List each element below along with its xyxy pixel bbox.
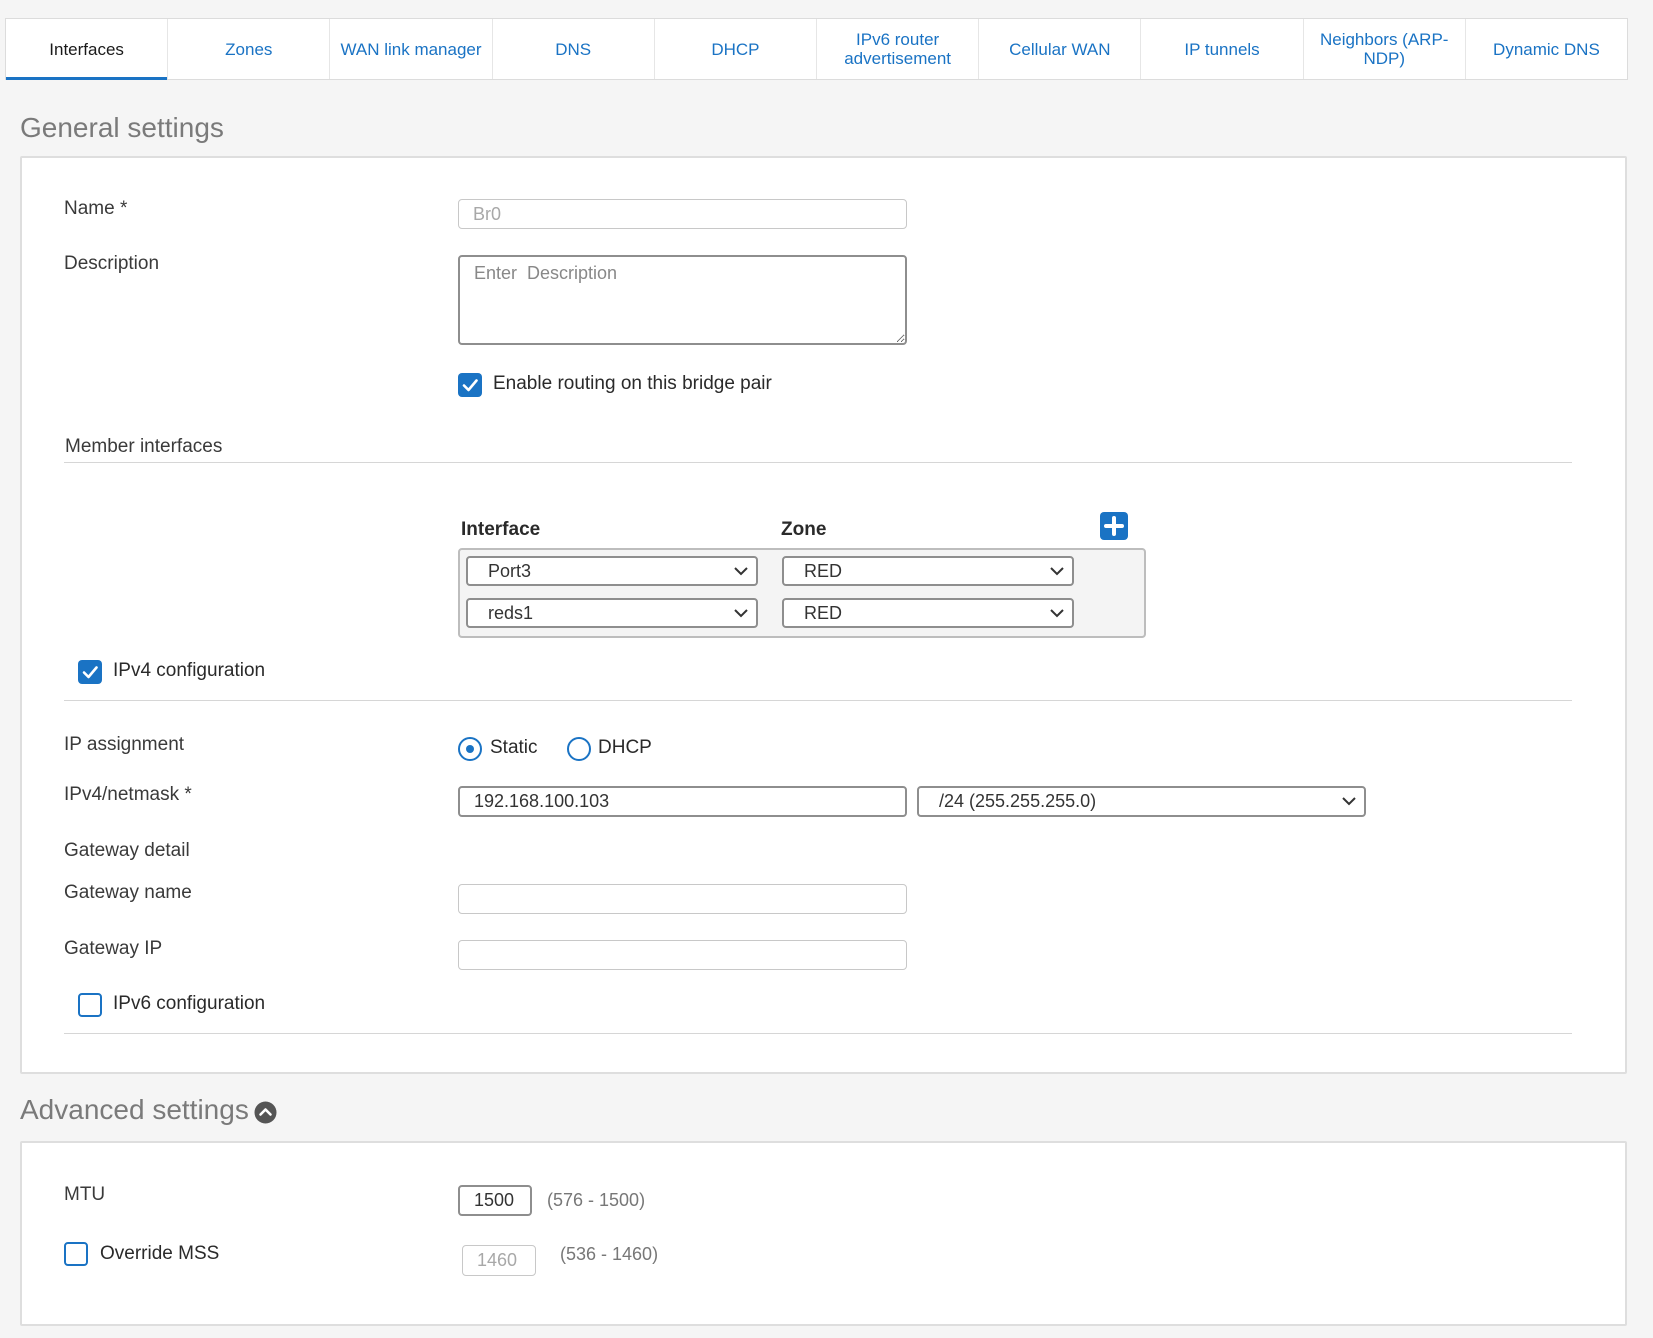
dhcp-radio-label: DHCP — [598, 737, 652, 758]
tab-zones[interactable]: Zones — [168, 19, 331, 79]
override-mss-checkbox[interactable] — [64, 1242, 88, 1266]
gateway-ip-input[interactable] — [458, 940, 907, 970]
zone-column-header: Zone — [781, 519, 827, 540]
check-icon — [82, 666, 98, 679]
gateway-ip-label: Gateway IP — [64, 938, 163, 959]
description-field[interactable] — [458, 255, 907, 345]
member-interfaces-label: Member interfaces — [65, 436, 223, 457]
advanced-settings-title: Advanced settings — [20, 1094, 249, 1125]
override-mss-label: Override MSS — [100, 1243, 220, 1264]
zone-select-row-1[interactable]: RED — [782, 556, 1074, 586]
ipv6-divider — [64, 1033, 1572, 1034]
netmask-select[interactable]: /24 (255.255.255.0) — [917, 786, 1366, 817]
tab-neighbors[interactable]: Neighbors (ARP-NDP) — [1304, 19, 1466, 79]
tab-wan-link-manager[interactable]: WAN link manager — [330, 19, 493, 79]
advanced-settings-panel — [20, 1141, 1627, 1326]
name-label: Name * — [64, 198, 128, 219]
chevron-down-icon — [734, 567, 748, 576]
chevron-up-circle-icon[interactable] — [254, 1101, 277, 1124]
static-radio-label: Static — [490, 737, 538, 758]
zone-select-value: RED — [804, 561, 843, 581]
ipv4-address-input[interactable] — [458, 786, 907, 817]
gateway-name-label: Gateway name — [64, 882, 192, 903]
ipv4-config-label: IPv4 configuration — [113, 660, 266, 681]
ip-assignment-label: IP assignment — [64, 734, 185, 755]
mtu-label: MTU — [64, 1184, 106, 1205]
enable-routing-checkbox[interactable] — [458, 373, 482, 397]
tab-bar: Interfaces Zones WAN link manager DNS DH… — [5, 18, 1628, 80]
mtu-range-hint: (576 - 1500) — [547, 1190, 646, 1210]
static-radio[interactable] — [458, 737, 482, 761]
chevron-down-icon — [1050, 567, 1064, 576]
interface-column-header: Interface — [461, 519, 541, 540]
interface-select-row-1[interactable]: Port3 — [466, 556, 758, 586]
ipv6-config-label: IPv6 configuration — [113, 993, 266, 1014]
name-input[interactable] — [458, 199, 907, 229]
chevron-down-icon — [1050, 609, 1064, 618]
member-interfaces-divider — [64, 462, 1572, 463]
tab-interfaces[interactable]: Interfaces — [6, 19, 169, 80]
check-icon — [462, 379, 478, 392]
plus-icon[interactable] — [1100, 512, 1128, 540]
mtu-input[interactable] — [458, 1185, 532, 1216]
ipv6-config-checkbox[interactable] — [78, 993, 102, 1017]
tab-ipv6-router-advertisement[interactable]: IPv6 router advertisement — [817, 19, 980, 79]
tab-dns[interactable]: DNS — [493, 19, 655, 79]
zone-select-value: RED — [804, 603, 843, 623]
zone-select-row-2[interactable]: RED — [782, 598, 1074, 628]
chevron-down-icon — [734, 609, 748, 618]
tab-cellular-wan[interactable]: Cellular WAN — [979, 19, 1142, 79]
interface-select-row-2[interactable]: reds1 — [466, 598, 758, 628]
netmask-select-value: /24 (255.255.255.0) — [939, 791, 1097, 811]
mss-range-hint: (536 - 1460) — [560, 1244, 659, 1264]
interface-select-value: reds1 — [488, 603, 534, 623]
ipv4-config-checkbox[interactable] — [78, 660, 102, 684]
interface-select-value: Port3 — [488, 561, 532, 581]
general-settings-title: General settings — [20, 112, 224, 143]
gateway-detail-label: Gateway detail — [64, 840, 190, 861]
mss-input[interactable] — [462, 1245, 536, 1276]
dhcp-radio[interactable] — [567, 737, 591, 761]
ipv4-divider — [64, 700, 1572, 701]
tab-ip-tunnels[interactable]: IP tunnels — [1141, 19, 1304, 79]
tab-dynamic-dns[interactable]: Dynamic DNS — [1466, 19, 1627, 79]
gateway-name-input[interactable] — [458, 884, 907, 914]
chevron-down-icon — [1342, 797, 1356, 806]
description-label: Description — [64, 253, 160, 274]
tab-dhcp[interactable]: DHCP — [655, 19, 818, 79]
ipv4-netmask-label: IPv4/netmask * — [64, 784, 192, 805]
enable-routing-label: Enable routing on this bridge pair — [493, 373, 772, 394]
